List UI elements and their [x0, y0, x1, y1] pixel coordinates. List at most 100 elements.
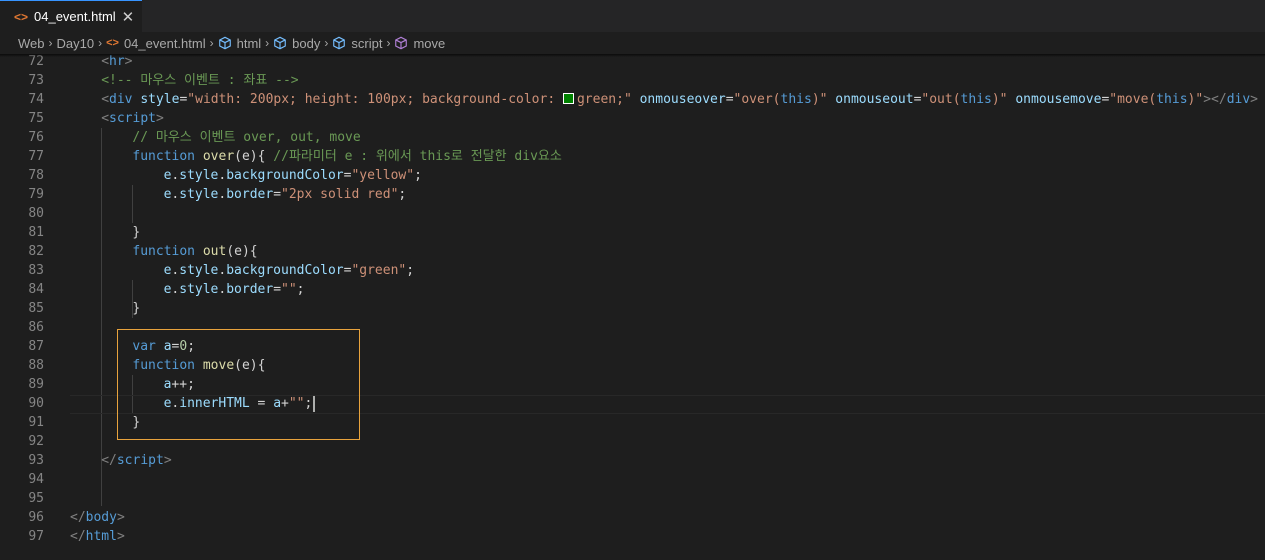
- line-number: 82: [28, 244, 44, 259]
- element-cube-icon: [333, 36, 346, 50]
- code-token: style: [179, 187, 219, 202]
- breadcrumb-item-body[interactable]: body: [292, 36, 320, 51]
- chevron-right-icon: ›: [48, 36, 53, 50]
- code-token: >: [116, 529, 125, 544]
- tab-04-event-html[interactable]: <> 04_event.html ✕: [0, 0, 142, 32]
- breadcrumb-item-script[interactable]: script: [351, 36, 382, 51]
- code-text: <div style="width: 200px; height: 100px;…: [101, 90, 1258, 109]
- close-icon[interactable]: ✕: [122, 8, 135, 26]
- line-number: 92: [28, 434, 44, 449]
- code-token: script: [109, 111, 156, 126]
- code-text: function over(e){ //파라미터 e : 위에서 this로 전…: [132, 147, 561, 166]
- chevron-right-icon: ›: [324, 36, 329, 50]
- code-line[interactable]: 73 <!-- 마우스 이벤트 : 좌표 -->: [0, 71, 1265, 90]
- code-token: >: [163, 453, 172, 468]
- code-line[interactable]: 82 function out(e){: [0, 242, 1265, 261]
- code-line[interactable]: 80: [0, 204, 1265, 223]
- code-line[interactable]: 74 <div style="width: 200px; height: 100p…: [0, 90, 1265, 109]
- code-token: html: [85, 529, 117, 544]
- color-swatch-icon: [562, 93, 574, 104]
- code-token: this: [780, 92, 812, 107]
- code-line[interactable]: 94: [0, 470, 1265, 489]
- line-number: 89: [28, 377, 44, 392]
- line-number: 86: [28, 320, 44, 335]
- code-text: e.style.border="";: [164, 280, 305, 299]
- code-token: style: [179, 263, 219, 278]
- line-number: 94: [28, 472, 44, 487]
- line-number: 75: [28, 111, 44, 126]
- code-line[interactable]: 79 e.style.border="2px solid red";: [0, 185, 1265, 204]
- code-token: this: [960, 92, 992, 107]
- line-number: 79: [28, 187, 44, 202]
- line-number: 83: [28, 263, 44, 278]
- code-token: >: [116, 510, 125, 525]
- code-token: >: [1250, 92, 1258, 107]
- code-token: onmousemove: [1015, 92, 1102, 107]
- code-token: over: [202, 149, 235, 164]
- line-number: 74: [28, 92, 44, 107]
- code-token: (e){: [226, 244, 258, 259]
- line-number: 96: [28, 510, 44, 525]
- code-token: "move(: [1109, 92, 1157, 107]
- code-token: onmouseover: [639, 92, 726, 107]
- code-line[interactable]: 83 e.style.backgroundColor="green";: [0, 261, 1265, 280]
- code-token: </: [101, 453, 117, 468]
- line-number: 76: [28, 130, 44, 145]
- code-line[interactable]: 84 e.style.border="";: [0, 280, 1265, 299]
- code-token: "width: 200px; height: 100px; background…: [187, 92, 563, 107]
- code-token: backgroundColor: [226, 168, 344, 183]
- element-cube-icon: [218, 36, 231, 50]
- code-token: ;: [406, 263, 415, 278]
- breadcrumb-item-html[interactable]: html: [237, 36, 262, 51]
- breadcrumb-item-web[interactable]: Web: [18, 36, 45, 51]
- code-line[interactable]: 77 function over(e){ //파라미터 e : 위에서 this로…: [0, 147, 1265, 166]
- code-token: body: [85, 510, 117, 525]
- code-text: }: [132, 299, 140, 318]
- scroll-shadow: [0, 54, 1265, 57]
- element-cube-icon: [274, 36, 286, 50]
- line-number: 77: [28, 149, 44, 164]
- code-line[interactable]: 81}: [0, 223, 1265, 242]
- line-number: 73: [28, 73, 44, 88]
- code-token: =: [273, 187, 282, 202]
- code-token: ></: [1203, 92, 1227, 107]
- code-text: </html>: [70, 527, 125, 546]
- code-line[interactable]: 96 </body>: [0, 508, 1265, 527]
- breadcrumb-item-move[interactable]: move: [413, 36, 445, 51]
- breadcrumb-item-day10[interactable]: Day10: [57, 36, 95, 51]
- code-token: div: [109, 92, 133, 107]
- code-line[interactable]: 85}: [0, 299, 1265, 318]
- breadcrumb-item-file[interactable]: 04_event.html: [124, 36, 206, 51]
- code-line[interactable]: 93 </script>: [0, 451, 1265, 470]
- code-token: "": [281, 282, 297, 297]
- code-line[interactable]: 75 <script>: [0, 109, 1265, 128]
- code-token: "yellow": [351, 168, 415, 183]
- code-line[interactable]: 78 e.style.backgroundColor="yellow";: [0, 166, 1265, 185]
- line-number: 87: [28, 339, 44, 354]
- line-number: 84: [28, 282, 44, 297]
- code-token: =: [273, 282, 282, 297]
- code-editor[interactable]: 72 <hr> 73 <!-- 마우스 이벤트 : 좌표 --> 74 <div styl…: [0, 52, 1265, 560]
- code-token: ;: [398, 187, 407, 202]
- code-line[interactable]: 95: [0, 489, 1265, 508]
- code-line[interactable]: 76 // 마우스 이벤트 over, out, move: [0, 128, 1265, 147]
- html-file-icon: <>: [14, 9, 29, 24]
- line-number: 90: [28, 396, 44, 411]
- chevron-right-icon: ›: [98, 36, 103, 50]
- code-token: >: [155, 111, 164, 126]
- code-token: )": [1187, 92, 1204, 107]
- code-token: div: [1226, 92, 1251, 107]
- code-token: this: [1156, 92, 1188, 107]
- function-cube-icon: [395, 36, 408, 50]
- code-text: }: [132, 223, 140, 242]
- code-text: // 마우스 이벤트 over, out, move: [132, 128, 360, 147]
- code-token: //파라미터 e : 위에서 this로 전달한 div요소: [273, 149, 562, 164]
- code-text: <!-- 마우스 이벤트 : 좌표 -->: [101, 71, 298, 90]
- code-token: function: [132, 244, 196, 259]
- code-token: </: [70, 529, 86, 544]
- code-token: (e){: [234, 149, 274, 164]
- code-token: <: [101, 92, 110, 107]
- code-line[interactable]: 97 </html>: [0, 527, 1265, 546]
